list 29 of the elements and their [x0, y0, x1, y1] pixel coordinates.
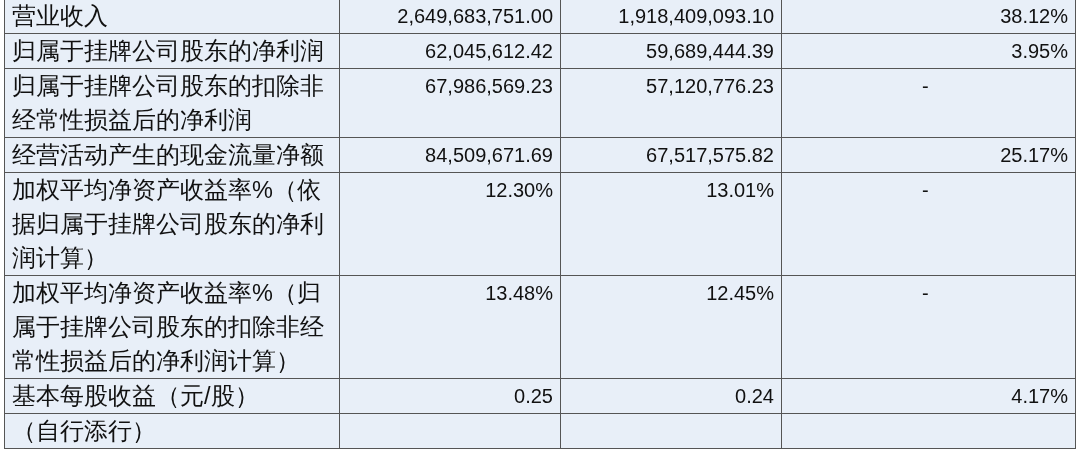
- table-cell: 归属于挂牌公司股东的净利润: [4, 33, 340, 69]
- table-cell: 12.30%: [339, 172, 561, 276]
- table-cell: 0.25: [339, 378, 561, 414]
- table-cell: 加权平均净资产收益率%（依据归属于挂牌公司股东的净利润计算）: [4, 172, 340, 276]
- table-cell: 3.95%: [781, 33, 1076, 69]
- table-cell: 38.12%: [781, 0, 1076, 34]
- table-cell: 62,045,612.42: [339, 33, 561, 69]
- table-cell: 基本每股收益（元/股）: [4, 378, 340, 414]
- table-cell: 归属于挂牌公司股东的扣除非经常性损益后的净利润: [4, 68, 340, 138]
- table-cell: （自行添行）: [4, 413, 340, 449]
- table-cell: 13.01%: [560, 172, 782, 276]
- table-cell: 67,517,575.82: [560, 137, 782, 173]
- table-cell: 1,918,409,093.10: [560, 0, 782, 34]
- table-cell: -: [781, 68, 1076, 138]
- table-cell: 4.17%: [781, 378, 1076, 414]
- table-cell: 0.24: [560, 378, 782, 414]
- table-cell: 67,986,569.23: [339, 68, 561, 138]
- table-cell: 经营活动产生的现金流量净额: [4, 137, 340, 173]
- table-cell: 加权平均净资产收益率%（归属于挂牌公司股东的扣除非经常性损益后的净利润计算）: [4, 275, 340, 379]
- table-cell: 59,689,444.39: [560, 33, 782, 69]
- table-cell: 57,120,776.23: [560, 68, 782, 138]
- table-cell: 13.48%: [339, 275, 561, 379]
- table-cell: 2,649,683,751.00: [339, 0, 561, 34]
- table-cell: 25.17%: [781, 137, 1076, 173]
- table-cell: -: [781, 172, 1076, 276]
- table-cell: 12.45%: [560, 275, 782, 379]
- table-cell: -: [781, 275, 1076, 379]
- table-cell: 营业收入: [4, 0, 340, 34]
- table-cell: 84,509,671.69: [339, 137, 561, 173]
